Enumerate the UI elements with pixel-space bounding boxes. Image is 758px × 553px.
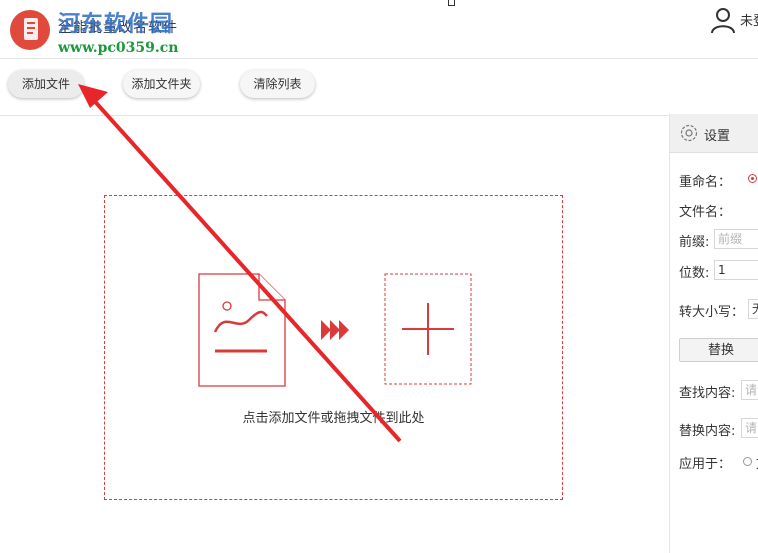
digits-input[interactable]: 1 xyxy=(714,260,758,280)
file-drop-zone[interactable]: 点击添加文件或拖拽文件到此处 xyxy=(104,195,563,500)
document-image-icon xyxy=(198,273,286,387)
drop-hint: 点击添加文件或拖拽文件到此处 xyxy=(242,411,425,426)
add-file-button[interactable]: 添加文件 xyxy=(8,70,84,98)
settings-header: 设置 xyxy=(670,114,758,153)
rename-radio[interactable] xyxy=(748,174,757,183)
clear-list-button[interactable]: 清除列表 xyxy=(240,70,315,98)
replace-input[interactable]: 请 xyxy=(741,418,758,438)
replace-button[interactable]: 替换 xyxy=(679,338,758,362)
settings-title: 设置 xyxy=(704,129,731,144)
watermark-url: www.pc0359.cn xyxy=(58,40,179,56)
replace-label: 替换内容: xyxy=(679,424,736,439)
digits-label: 位数: xyxy=(679,266,710,281)
plus-icon xyxy=(384,273,472,385)
toolbar: 添加文件 添加文件夹 清除列表 xyxy=(0,58,758,116)
apply-radio[interactable] xyxy=(743,457,752,466)
case-label: 转大小写： xyxy=(679,305,745,320)
window-marker xyxy=(448,0,455,6)
watermark-name: 河东软件园 xyxy=(58,12,174,37)
add-folder-button[interactable]: 添加文件夹 xyxy=(123,70,200,98)
rename-label: 重命名： xyxy=(679,175,732,190)
title-bar: 全能批量改名软件 河东软件园 www.pc0359.cn 未登 xyxy=(0,0,758,58)
apply-label: 应用于： xyxy=(679,457,732,472)
settings-panel: 设置 重命名： 文件名： 前缀: 前缀 位数: 1 转大小写： 无 替换 查找内… xyxy=(669,114,758,553)
case-select[interactable]: 无 xyxy=(748,299,758,319)
prefix-label: 前缀: xyxy=(679,235,710,250)
user-icon[interactable] xyxy=(709,6,737,34)
app-logo xyxy=(10,10,50,50)
login-status[interactable]: 未登 xyxy=(740,10,758,29)
gear-icon xyxy=(680,124,698,142)
triple-chevron-icon xyxy=(321,320,349,340)
find-input[interactable]: 请 xyxy=(741,380,758,400)
find-label: 查找内容: xyxy=(679,386,736,401)
drop-illustration xyxy=(198,273,472,387)
prefix-input[interactable]: 前缀 xyxy=(714,229,758,249)
filename-label: 文件名： xyxy=(679,205,732,220)
